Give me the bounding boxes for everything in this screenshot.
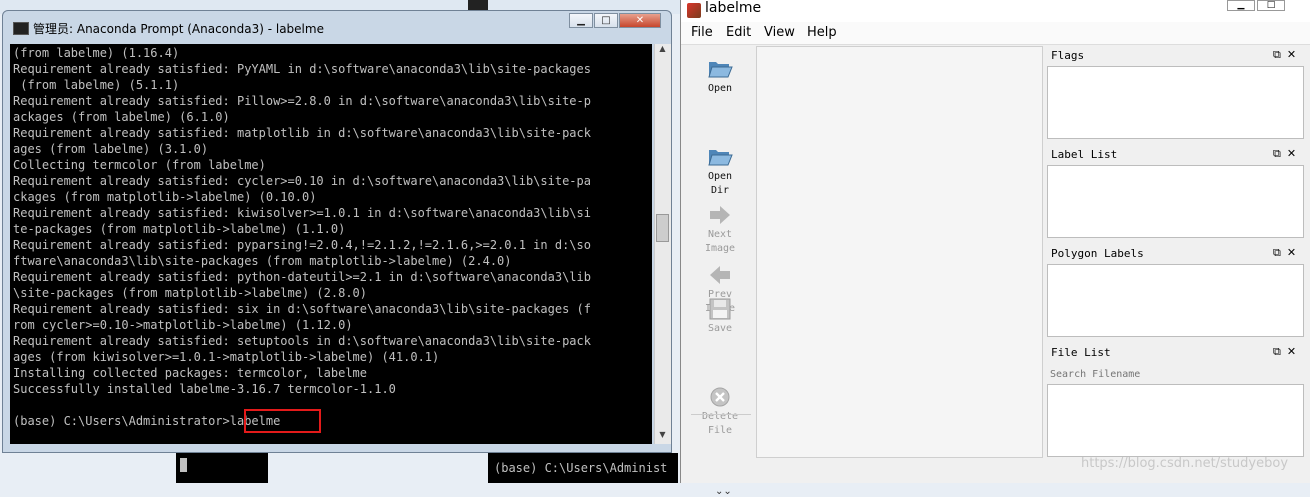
toolbar: Open Open Dir Next Image Prev Image Sa xyxy=(685,46,755,497)
labelme-window: labelme ▁ □ File Edit View Help Open Ope… xyxy=(680,0,1310,497)
terminal-line: (base) C:\Users\Administrator>labelme xyxy=(13,414,281,428)
arrow-right-icon xyxy=(710,206,730,224)
terminal-output[interactable]: (from labelme) (1.16.4) Requirement alre… xyxy=(10,44,652,444)
polygon-labels-list[interactable] xyxy=(1047,264,1304,337)
terminal-line: ackages (from labelme) (6.1.0) xyxy=(13,110,230,124)
terminal-line: Requirement already satisfied: cycler>=0… xyxy=(13,174,591,188)
terminal-line: Collecting termcolor (from labelme) xyxy=(13,158,266,172)
menu-view[interactable]: View xyxy=(764,25,795,40)
terminal-line: Successfully installed labelme-3.16.7 te… xyxy=(13,382,396,396)
image-canvas[interactable] xyxy=(756,46,1043,458)
file-list-dock-buttons[interactable]: ⧉✕ xyxy=(1273,345,1302,359)
search-filename-input[interactable] xyxy=(1048,366,1308,382)
terminal-text: (from labelme) (1.16.4) Requirement alre… xyxy=(13,45,591,429)
open-button[interactable]: Open xyxy=(685,56,755,96)
open-label: Open xyxy=(707,83,733,94)
menu-file[interactable]: File xyxy=(691,25,713,40)
terminal-line: Requirement already satisfied: python-da… xyxy=(13,270,591,284)
arrow-left-icon xyxy=(710,266,730,284)
terminal-line: Requirement already satisfied: setuptool… xyxy=(13,334,591,348)
flags-dock-buttons[interactable]: ⧉✕ xyxy=(1273,48,1302,62)
console-icon xyxy=(13,22,29,35)
label-list-dock-buttons[interactable]: ⧉✕ xyxy=(1273,147,1302,161)
watermark: https://blog.csdn.net/studyeboy xyxy=(1081,456,1289,471)
terminal-line: Requirement already satisfied: PyYAML in… xyxy=(13,62,591,76)
background-terminal-line: (base) C:\Users\Administ xyxy=(494,461,668,475)
terminal-titlebar[interactable]: 管理员: Anaconda Prompt (Anaconda3) - label… xyxy=(3,11,671,43)
terminal-line: Requirement already satisfied: six in d:… xyxy=(13,302,591,316)
terminal-line: ages (from kiwisolver>=1.0.1->matplotlib… xyxy=(13,350,440,364)
scroll-down-icon[interactable]: ▼ xyxy=(655,430,670,444)
toolbar-more-icon[interactable]: ⌄⌄ xyxy=(715,486,732,497)
labelme-app-icon xyxy=(687,3,701,18)
menu-edit[interactable]: Edit xyxy=(726,25,751,40)
background-terminal-2: (base) C:\Users\Administ xyxy=(488,453,678,483)
terminal-line: Requirement already satisfied: kiwisolve… xyxy=(13,206,591,220)
close-button[interactable]: ✕ xyxy=(619,13,661,28)
flags-list[interactable] xyxy=(1047,66,1304,139)
flags-dock-title: Flags xyxy=(1051,49,1085,62)
terminal-line: rom cycler>=0.10->matplotlib->labelme) (… xyxy=(13,318,353,332)
menu-bar: File Edit View Help xyxy=(681,22,1310,45)
label-list-dock-title: Label List xyxy=(1051,148,1118,161)
terminal-line: ckages (from matplotlib->labelme) (0.10.… xyxy=(13,190,317,204)
terminal-window: 管理员: Anaconda Prompt (Anaconda3) - label… xyxy=(2,10,672,453)
folder-open-icon xyxy=(708,62,733,78)
terminal-line: ages (from labelme) (3.1.0) xyxy=(13,142,209,156)
terminal-line: te-packages (from matplotlib->labelme) (… xyxy=(13,222,346,236)
polygon-labels-dock-title: Polygon Labels xyxy=(1051,247,1144,260)
terminal-scrollbar[interactable]: ▲ ▼ xyxy=(654,44,671,444)
maximize-button[interactable]: □ xyxy=(594,13,618,28)
maximize-button[interactable]: □ xyxy=(1257,0,1285,11)
delete-file-button[interactable]: Delete File xyxy=(685,358,755,452)
terminal-line: Installing collected packages: termcolor… xyxy=(13,366,368,380)
menu-help[interactable]: Help xyxy=(807,25,837,40)
file-list-dock-title: File List xyxy=(1051,346,1111,359)
terminal-line: Requirement already satisfied: matplotli… xyxy=(13,126,591,140)
background-terminal xyxy=(176,453,268,483)
cursor xyxy=(180,458,187,472)
terminal-line: (from labelme) (5.1.1) xyxy=(13,78,180,92)
labelme-title: labelme xyxy=(705,0,762,16)
minimize-button[interactable]: ▁ xyxy=(569,13,593,28)
scroll-up-icon[interactable]: ▲ xyxy=(655,44,670,58)
terminal-title: 管理员: Anaconda Prompt (Anaconda3) - label… xyxy=(33,22,324,36)
label-list[interactable] xyxy=(1047,165,1304,238)
terminal-line: (from labelme) (1.16.4) xyxy=(13,46,180,60)
floppy-disk-icon xyxy=(709,298,731,320)
toolbar-separator xyxy=(691,414,751,415)
scroll-thumb[interactable] xyxy=(656,214,669,242)
terminal-line: Requirement already satisfied: Pillow>=2… xyxy=(13,94,591,108)
folder-open-icon xyxy=(708,150,733,166)
terminal-line: \site-packages (from matplotlib->labelme… xyxy=(13,286,368,300)
delete-circle-icon xyxy=(710,387,730,407)
terminal-line: Requirement already satisfied: pyparsing… xyxy=(13,238,591,252)
terminal-line: ftware\anaconda3\lib\site-packages (from… xyxy=(13,254,512,268)
file-list[interactable] xyxy=(1047,384,1304,457)
command-highlight-box xyxy=(244,409,321,433)
minimize-button[interactable]: ▁ xyxy=(1227,0,1255,11)
labelme-titlebar[interactable]: labelme ▁ □ xyxy=(681,0,1310,22)
save-label: Save xyxy=(707,323,733,334)
polygon-labels-dock-buttons[interactable]: ⧉✕ xyxy=(1273,246,1302,260)
save-button[interactable]: Save xyxy=(685,298,755,336)
